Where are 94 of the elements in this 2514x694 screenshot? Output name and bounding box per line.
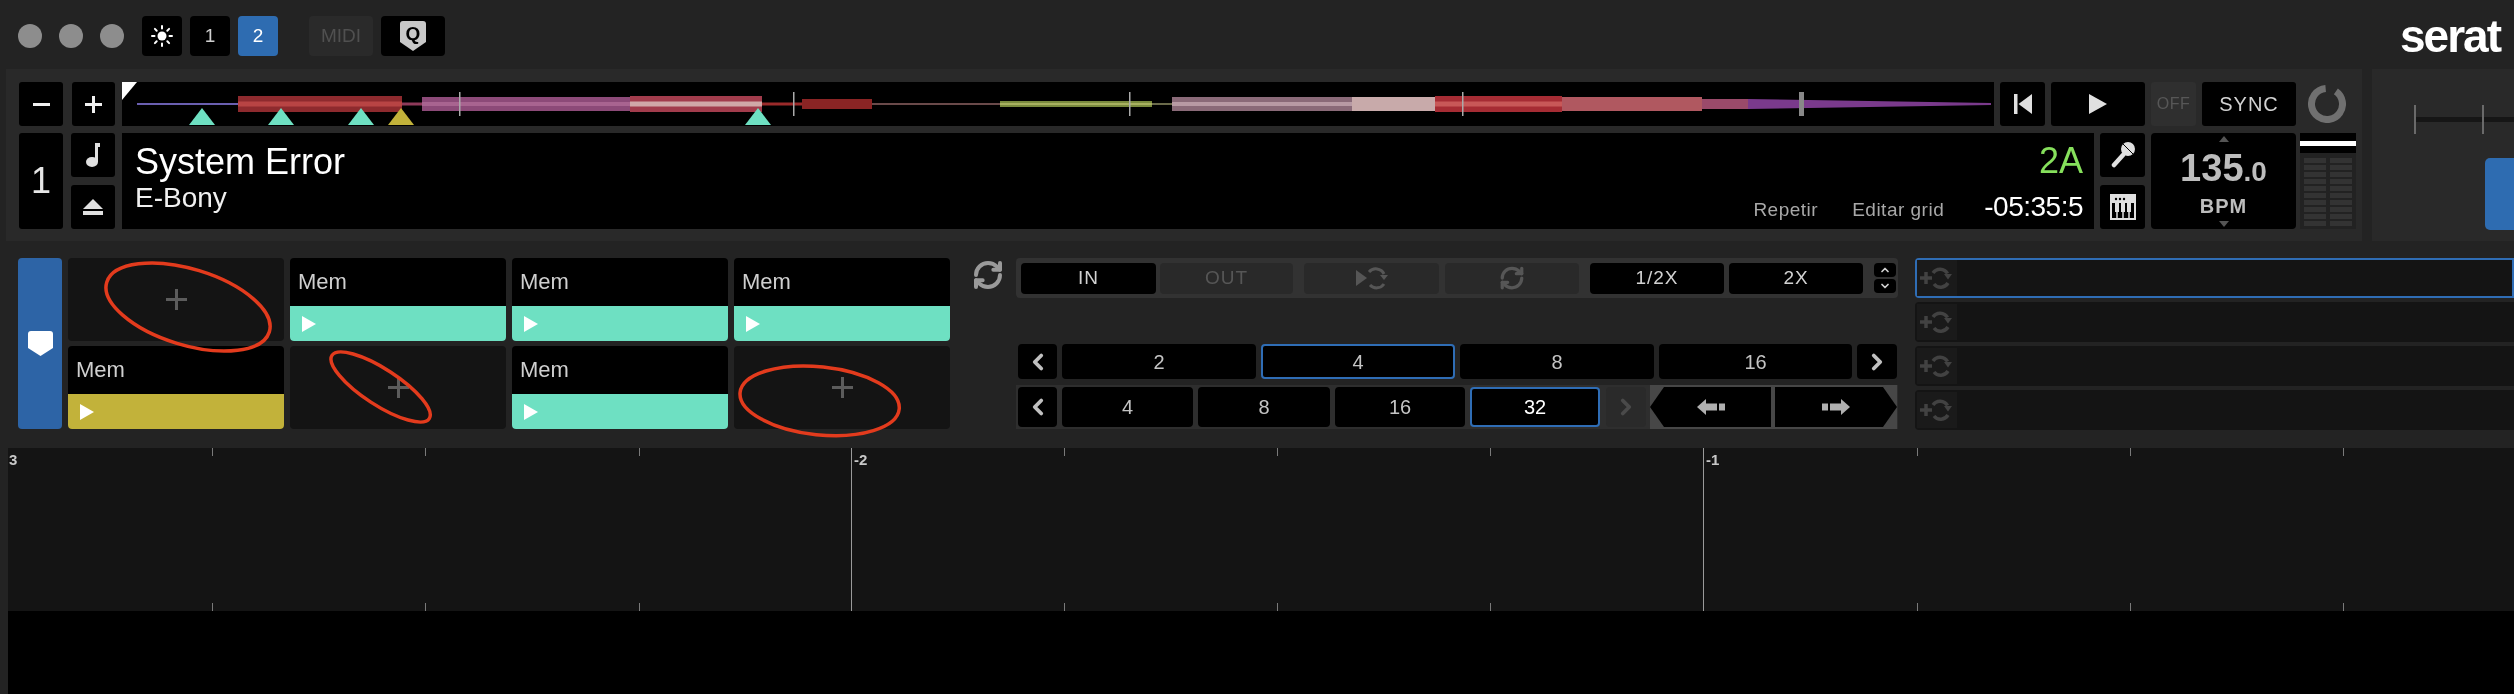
- play-icon: [746, 315, 760, 332]
- jump-right-icon: [1820, 399, 1850, 415]
- add-loop-icon: [1917, 348, 1957, 384]
- loop-length-option[interactable]: 16: [1659, 344, 1852, 379]
- loop-length-option[interactable]: 8: [1460, 344, 1654, 379]
- previous-button[interactable]: [1018, 344, 1057, 379]
- tag-icon: [27, 331, 53, 356]
- microphone-icon: [2110, 142, 2135, 168]
- play-button[interactable]: [2051, 82, 2145, 126]
- loop-length-option[interactable]: 4: [1062, 387, 1193, 427]
- empty-cue-pad[interactable]: [290, 346, 506, 429]
- music-note-icon: [86, 143, 100, 167]
- cue-marker-icon[interactable]: [388, 108, 414, 125]
- scroll-up-button[interactable]: [1874, 263, 1896, 277]
- cue-pad[interactable]: Mem: [68, 346, 284, 429]
- cue-pad[interactable]: Mem: [290, 258, 506, 341]
- plus-icon: [85, 95, 102, 113]
- key-label: 2A: [2038, 141, 2083, 181]
- play-icon: [302, 315, 316, 332]
- loop-control-button[interactable]: 2X: [1729, 262, 1863, 294]
- jump-forward-button[interactable]: [1773, 385, 1897, 429]
- add-loop-icon: [1917, 260, 1957, 296]
- eject-icon: [83, 199, 103, 215]
- minus-icon: [32, 102, 50, 106]
- sampler-button[interactable]: [2100, 185, 2145, 229]
- deck-button[interactable]: 1: [190, 16, 230, 56]
- jump-left-icon: [1696, 399, 1727, 415]
- play-loop-icon: [1355, 266, 1388, 290]
- deck-button[interactable]: 2: [238, 16, 278, 56]
- cue-pad[interactable]: Mem: [512, 258, 728, 341]
- shield-icon: [400, 21, 426, 51]
- add-loop-icon: [1917, 392, 1957, 428]
- track-info-button[interactable]: [71, 133, 115, 177]
- track-action-button[interactable]: Repetir: [1753, 195, 1819, 224]
- track-title: System Error: [135, 142, 346, 182]
- empty-cue-pad[interactable]: [734, 346, 950, 429]
- cue-marker-icon[interactable]: [189, 108, 215, 125]
- plus-icon: [165, 289, 187, 310]
- track-action-button[interactable]: Editar grid: [1852, 195, 1945, 224]
- cue-marker-icon[interactable]: [745, 108, 771, 125]
- bpm-unit: BPM: [2199, 196, 2248, 216]
- window-button[interactable]: [59, 24, 83, 48]
- previous-button[interactable]: [1018, 387, 1057, 427]
- deck-number: 1: [19, 133, 63, 229]
- tempo-down-icon[interactable]: [2218, 221, 2229, 227]
- track-artist: E-Bony: [135, 182, 228, 214]
- ruler-label: -2: [854, 451, 868, 469]
- plus-icon: [831, 377, 853, 398]
- time-remaining: -05:35:5: [1984, 190, 2083, 223]
- loop-length-option[interactable]: 16: [1335, 387, 1465, 427]
- ring-icon[interactable]: [2308, 85, 2346, 123]
- loop-length-option[interactable]: 32: [1470, 387, 1600, 427]
- window-button[interactable]: [100, 24, 124, 48]
- slider-track[interactable]: [2414, 105, 2514, 134]
- sun-icon: [151, 25, 173, 47]
- jump-back-button[interactable]: [1650, 385, 1773, 429]
- loop-icon: [972, 259, 1004, 291]
- loop-control-button[interactable]: IN: [1021, 262, 1156, 294]
- bpm-value: 135.0: [2180, 151, 2267, 189]
- reloop-icon: [1499, 265, 1525, 291]
- zoom-out-button[interactable]: [19, 82, 63, 126]
- scroll-down-button[interactable]: [1874, 279, 1896, 293]
- play-icon: [524, 315, 538, 332]
- zoom-in-button[interactable]: [72, 82, 115, 126]
- empty-cue-pad[interactable]: [68, 258, 284, 341]
- microphone-button[interactable]: [2100, 133, 2145, 177]
- plus-icon: [387, 377, 409, 398]
- playhead-marker-icon: [122, 82, 137, 100]
- loop-control-button[interactable]: 1/2X: [1590, 262, 1724, 294]
- cue-panel-tab[interactable]: [18, 258, 62, 429]
- tempo-up-icon[interactable]: [2218, 136, 2229, 142]
- loop-length-option[interactable]: 2: [1062, 344, 1256, 379]
- play-icon: [80, 403, 94, 420]
- play-icon: [2089, 94, 2107, 114]
- next-button[interactable]: [1857, 344, 1897, 379]
- play-icon: [524, 403, 538, 420]
- loop-length-option[interactable]: 4: [1261, 344, 1455, 379]
- add-loop-icon: [1917, 304, 1957, 340]
- ruler-label: 3: [9, 451, 18, 469]
- cue-pad[interactable]: Mem: [734, 258, 950, 341]
- app-logo: serat: [2400, 13, 2500, 59]
- eject-button[interactable]: [71, 185, 115, 229]
- ruler-label: -1: [1706, 451, 1720, 469]
- cue-pad[interactable]: Mem: [512, 346, 728, 429]
- window-button[interactable]: [18, 24, 42, 48]
- loop-slot[interactable]: [1915, 258, 2514, 298]
- piano-keys-icon: [2109, 194, 2136, 220]
- track-overview[interactable]: [122, 82, 1994, 126]
- loop-length-option[interactable]: 8: [1198, 387, 1330, 427]
- skip-to-start-button[interactable]: [2000, 82, 2045, 126]
- skip-back-icon: [2013, 94, 2032, 114]
- sync-button[interactable]: SYNC: [2202, 82, 2296, 126]
- brightness-button[interactable]: [142, 16, 182, 56]
- quantize-button[interactable]: Q: [381, 16, 445, 56]
